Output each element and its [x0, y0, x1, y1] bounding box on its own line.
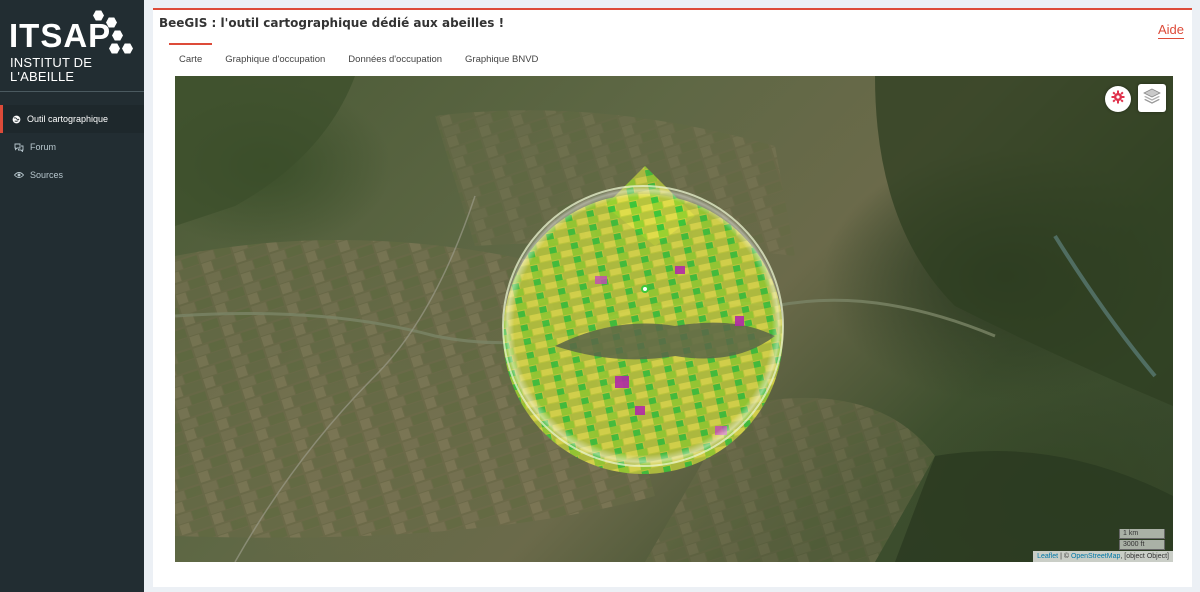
- sidebar: ITSAP INSTITUT DE L'ABEILLE Outil cartog…: [0, 0, 144, 592]
- sidebar-item-label: Outil cartographique: [27, 114, 109, 124]
- tab-carte[interactable]: Carte: [169, 43, 213, 71]
- main-panel: BeeGIS : l'outil cartographique dédié au…: [153, 8, 1192, 587]
- location-marker-icon[interactable]: [641, 285, 649, 293]
- sidebar-item-outil-cartographique[interactable]: Outil cartographique: [0, 105, 144, 133]
- hexagon-icon: [122, 43, 133, 54]
- map-scale: 1 km 3000 ft: [1119, 529, 1165, 550]
- eye-icon: [14, 170, 24, 180]
- sidebar-menu: Outil cartographique Forum Sources: [0, 105, 144, 189]
- scale-metric: 1 km: [1119, 529, 1165, 539]
- satellite-map[interactable]: 1 km 3000 ft Leaflet | © OpenStreetMap, …: [175, 76, 1173, 562]
- attribution-extra: , [object Object]: [1120, 553, 1169, 560]
- sidebar-item-sources[interactable]: Sources: [0, 161, 144, 189]
- tab-donnees-occupation[interactable]: Données d'occupation: [338, 43, 452, 71]
- sidebar-item-label: Sources: [30, 170, 64, 180]
- comments-icon: [14, 142, 24, 152]
- sidebar-item-forum[interactable]: Forum: [0, 133, 144, 161]
- globe-icon: [11, 114, 21, 124]
- page-title: BeeGIS : l'outil cartographique dédié au…: [159, 16, 505, 30]
- map-layers-button[interactable]: [1138, 84, 1166, 112]
- leaflet-link[interactable]: Leaflet: [1037, 553, 1058, 560]
- tab-graphique-bnvd[interactable]: Graphique BNVD: [455, 43, 548, 71]
- scale-imperial: 3000 ft: [1119, 540, 1165, 550]
- attribution-separator: | ©: [1058, 553, 1071, 560]
- tab-bar: Carte Graphique d'occupation Données d'o…: [169, 43, 548, 71]
- gear-icon: [1111, 90, 1125, 109]
- logo-title: ITSAP: [9, 17, 112, 54]
- main-content: BeeGIS : l'outil cartographique dédié au…: [144, 0, 1200, 592]
- tab-graphique-occupation[interactable]: Graphique d'occupation: [215, 43, 335, 71]
- sidebar-item-label: Forum: [30, 142, 57, 152]
- help-link[interactable]: Aide: [1157, 22, 1184, 39]
- layers-icon: [1143, 88, 1161, 109]
- logo-subtitle: INSTITUT DE L'ABEILLE: [10, 55, 93, 84]
- hexagon-icon: [112, 30, 123, 41]
- map-imagery: [175, 76, 1173, 562]
- itsap-logo[interactable]: ITSAP INSTITUT DE L'ABEILLE: [0, 0, 144, 92]
- map-attribution: Leaflet | © OpenStreetMap, [object Objec…: [1033, 551, 1173, 562]
- openstreetmap-link[interactable]: OpenStreetMap: [1071, 553, 1120, 560]
- map-settings-button[interactable]: [1105, 86, 1131, 112]
